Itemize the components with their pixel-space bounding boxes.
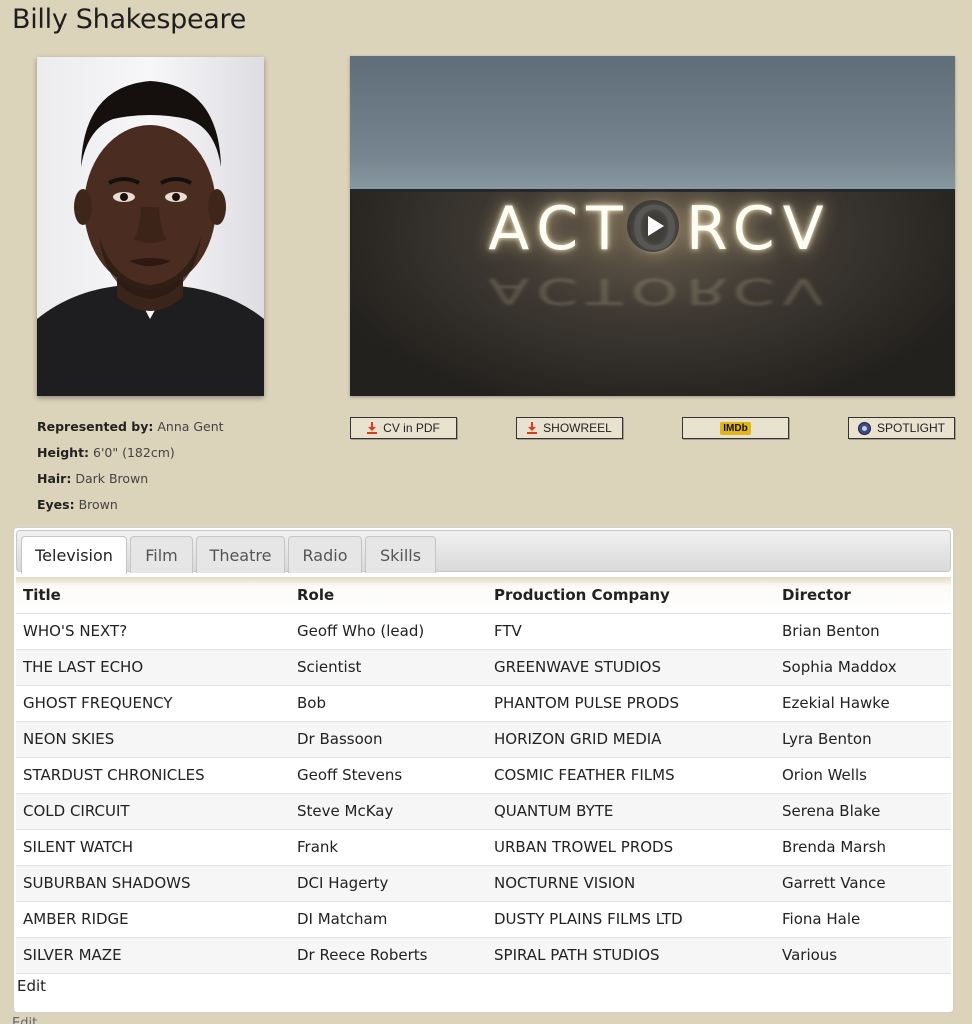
table-row: GHOST FREQUENCY Bob PHANTOM PULSE PRODS …: [16, 685, 951, 722]
cell-role: Dr Bassoon: [290, 721, 487, 758]
spotlight-button[interactable]: SPOTLIGHT: [848, 417, 955, 439]
credits-table: Title Role Production Company Director W…: [16, 577, 951, 974]
cell-title: AMBER RIDGE: [16, 901, 290, 938]
table-header-row: Title Role Production Company Director: [16, 577, 951, 614]
cell-production-company: QUANTUM BYTE: [487, 793, 775, 830]
cell-production-company: SPIRAL PATH STUDIOS: [487, 937, 775, 974]
table-row: AMBER RIDGE DI Matcham DUSTY PLAINS FILM…: [16, 901, 951, 938]
cell-director: Ezekial Hawke: [775, 685, 951, 722]
cell-title: THE LAST ECHO: [16, 649, 290, 686]
cell-director: Garrett Vance: [775, 865, 951, 902]
table-row: SUBURBAN SHADOWS DCI Hagerty NOCTURNE VI…: [16, 865, 951, 902]
tab-theatre[interactable]: Theatre: [196, 536, 285, 573]
imdb-button[interactable]: IMDb: [682, 417, 789, 439]
eyes-label: Eyes:: [37, 497, 75, 512]
cell-role: Dr Reece Roberts: [290, 937, 487, 974]
cell-role: DCI Hagerty: [290, 865, 487, 902]
cell-director: Fiona Hale: [775, 901, 951, 938]
table-row: SILENT WATCH Frank URBAN TROWEL PRODS Br…: [16, 829, 951, 866]
headshot-image: [37, 81, 264, 396]
hair-label: Hair:: [37, 471, 72, 486]
play-icon[interactable]: [627, 200, 679, 252]
column-header-role[interactable]: Role: [290, 577, 487, 614]
cell-production-company: NOCTURNE VISION: [487, 865, 775, 902]
headshot-photo: [37, 57, 264, 396]
eyes-row: Eyes: Brown: [37, 497, 224, 523]
cell-director: Serena Blake: [775, 793, 951, 830]
cell-production-company: PHANTOM PULSE PRODS: [487, 685, 775, 722]
column-header-production-company[interactable]: Production Company: [487, 577, 775, 614]
cell-director: Orion Wells: [775, 757, 951, 794]
table-row: WHO'S NEXT? Geoff Who (lead) FTV Brian B…: [16, 613, 951, 650]
cell-title: COLD CIRCUIT: [16, 793, 290, 830]
download-icon: [367, 422, 378, 434]
cell-director: Brian Benton: [775, 613, 951, 650]
edit-link[interactable]: Edit: [17, 977, 46, 995]
cell-director: Brenda Marsh: [775, 829, 951, 866]
cell-role: Frank: [290, 829, 487, 866]
cell-role: Geoff Stevens: [290, 757, 487, 794]
cell-title: NEON SKIES: [16, 721, 290, 758]
table-row: NEON SKIES Dr Bassoon HORIZON GRID MEDIA…: [16, 721, 951, 758]
represented-value: Anna Gent: [157, 419, 224, 434]
cell-director: Sophia Maddox: [775, 649, 951, 686]
represented-label: Represented by:: [37, 419, 154, 434]
cell-title: SILENT WATCH: [16, 829, 290, 866]
tab-skills[interactable]: Skills: [365, 536, 436, 573]
tab-television[interactable]: Television: [21, 536, 127, 574]
cell-title: SILVER MAZE: [16, 937, 290, 974]
spotlight-icon: [857, 421, 871, 435]
cell-role: Geoff Who (lead): [290, 613, 487, 650]
cell-production-company: HORIZON GRID MEDIA: [487, 721, 775, 758]
height-value: 6'0" (182cm): [93, 445, 175, 460]
cell-production-company: COSMIC FEATHER FILMS: [487, 757, 775, 794]
page-title: Billy Shakespeare: [12, 4, 247, 35]
tab-radio[interactable]: Radio: [288, 536, 362, 573]
imdb-icon: IMDb: [720, 421, 751, 435]
table-row: COLD CIRCUIT Steve McKay QUANTUM BYTE Se…: [16, 793, 951, 830]
cell-role: Scientist: [290, 649, 487, 686]
cell-role: DI Matcham: [290, 901, 487, 938]
showreel-label: SHOWREEL: [543, 421, 612, 435]
table-row: THE LAST ECHO Scientist GREENWAVE STUDIO…: [16, 649, 951, 686]
represented-row: Represented by: Anna Gent: [37, 419, 224, 445]
height-label: Height:: [37, 445, 90, 460]
cv-pdf-label: CV in PDF: [383, 421, 440, 435]
video-logo-reflection: ACTORCV: [488, 270, 832, 312]
column-header-title[interactable]: Title: [16, 577, 290, 614]
hair-value: Dark Brown: [75, 471, 149, 486]
spotlight-label: SPOTLIGHT: [876, 421, 945, 435]
cell-role: Bob: [290, 685, 487, 722]
actor-details: Represented by: Anna Gent Height: 6'0" (…: [37, 419, 224, 523]
table-row: STARDUST CHRONICLES Geoff Stevens COSMIC…: [16, 757, 951, 794]
credits-tabbar: Television Film Theatre Radio Skills: [16, 530, 951, 574]
cell-production-company: FTV: [487, 613, 775, 650]
hair-row: Hair: Dark Brown: [37, 471, 224, 497]
edit-link-outer[interactable]: Edit: [12, 1016, 37, 1024]
showreel-button[interactable]: SHOWREEL: [516, 417, 623, 439]
cell-director: Various: [775, 937, 951, 974]
cell-title: SUBURBAN SHADOWS: [16, 865, 290, 902]
download-icon: [527, 422, 538, 434]
cell-title: GHOST FREQUENCY: [16, 685, 290, 722]
cell-director: Lyra Benton: [775, 721, 951, 758]
cell-production-company: DUSTY PLAINS FILMS LTD: [487, 901, 775, 938]
cell-role: Steve McKay: [290, 793, 487, 830]
cv-pdf-button[interactable]: CV in PDF: [350, 417, 457, 439]
eyes-value: Brown: [78, 497, 118, 512]
cell-title: WHO'S NEXT?: [16, 613, 290, 650]
credits-panel: Television Film Theatre Radio Skills Tit…: [13, 527, 954, 1013]
cell-title: STARDUST CHRONICLES: [16, 757, 290, 794]
column-header-director[interactable]: Director: [775, 577, 951, 614]
tab-film[interactable]: Film: [130, 536, 193, 573]
table-row: SILVER MAZE Dr Reece Roberts SPIRAL PATH…: [16, 937, 951, 974]
showreel-video[interactable]: ACTORCV ACTORCV: [350, 56, 955, 396]
cell-production-company: URBAN TROWEL PRODS: [487, 829, 775, 866]
cell-production-company: GREENWAVE STUDIOS: [487, 649, 775, 686]
height-row: Height: 6'0" (182cm): [37, 445, 224, 471]
